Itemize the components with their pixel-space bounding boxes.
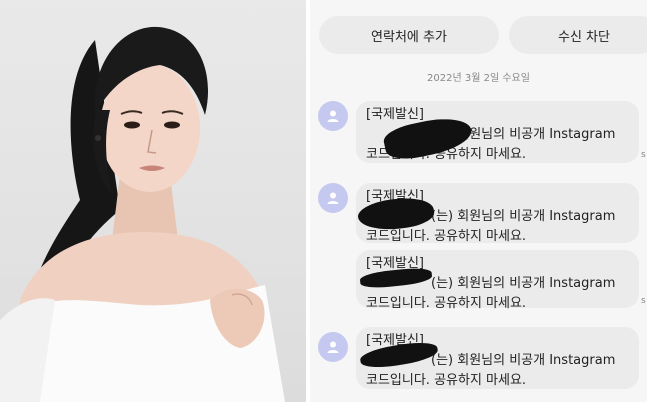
message-time: s <box>641 150 646 160</box>
date-separator: 2022년 3월 2일 수요일 <box>427 73 530 84</box>
block-button[interactable]: 수신 차단 <box>509 16 647 54</box>
message-screen: 연락처에 추가 수신 차단 2022년 3월 2일 수요일 [국제발신] (는)… <box>310 0 647 402</box>
message-time: s <box>641 296 646 306</box>
portrait-photo <box>0 0 306 402</box>
message-bubble[interactable]: [국제발신] (는) 회원님의 비공개 Instagram 코드입니다. 공유하… <box>356 327 639 389</box>
message-bubble[interactable]: [국제발신] (는) 회원님의 비공개 Instagram 코드입니다. 공유하… <box>356 183 639 244</box>
message-bubble[interactable]: [국제발신] (는) 회원님의 비공개 Instagram 코드입니다. 공유하… <box>356 250 639 311</box>
message-tag: [국제발신] <box>366 107 424 122</box>
portrait-illustration <box>0 26 285 402</box>
message-line2: 코드입니다. 공유하지 마세요. <box>366 296 527 311</box>
sender-avatar[interactable] <box>318 332 348 362</box>
person-icon <box>327 341 339 353</box>
add-contact-button[interactable]: 연락처에 추가 <box>319 16 499 54</box>
add-contact-label: 연락처에 추가 <box>371 29 447 45</box>
sender-avatar[interactable] <box>318 101 348 131</box>
person-icon <box>327 110 339 122</box>
block-label: 수신 차단 <box>558 29 610 45</box>
sender-avatar[interactable] <box>318 183 348 213</box>
message-bubble[interactable]: [국제발신] (는) 회원님의 비공개 Instagram 코드입니다. 공유하… <box>356 101 639 164</box>
message-line2: 코드입니다. 공유하지 마세요. <box>366 373 527 388</box>
person-icon <box>327 192 339 204</box>
message-line2: 코드입니다. 공유하지 마세요. <box>366 229 527 244</box>
